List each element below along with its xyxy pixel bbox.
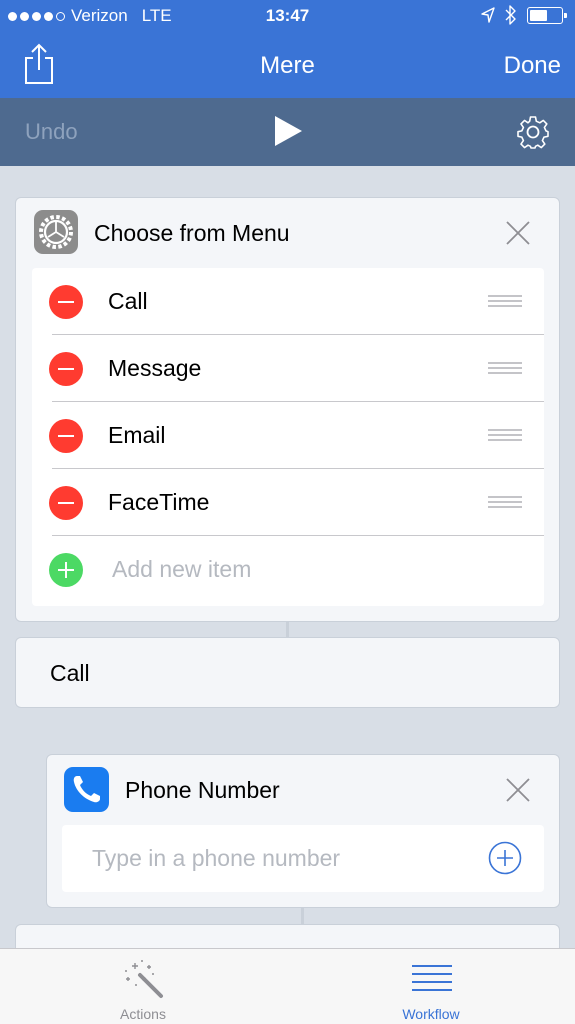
add-variable-icon[interactable] xyxy=(488,841,522,875)
phone-number-field[interactable]: Type in a phone number xyxy=(62,825,544,892)
tab-workflow[interactable]: Workflow xyxy=(331,949,531,1024)
action-title: Phone Number xyxy=(125,777,280,803)
gear-icon xyxy=(34,210,78,254)
list-item[interactable]: Message xyxy=(32,335,544,402)
choose-from-menu-action[interactable]: Choose from Menu Call Message Email Face… xyxy=(15,197,560,622)
menu-case-block[interactable]: Call xyxy=(15,637,560,708)
phone-number-placeholder[interactable]: Type in a phone number xyxy=(92,845,340,872)
magic-wand-icon xyxy=(125,960,163,998)
menu-item-label[interactable]: Call xyxy=(108,288,148,315)
play-icon[interactable] xyxy=(272,115,304,147)
tab-label: Actions xyxy=(120,1006,166,1022)
action-title: Choose from Menu xyxy=(94,220,290,246)
undo-button[interactable]: Undo xyxy=(25,119,78,145)
list-icon xyxy=(412,965,452,991)
phone-icon xyxy=(64,767,109,812)
location-icon xyxy=(481,7,495,23)
delete-item-button[interactable] xyxy=(49,419,83,453)
close-icon[interactable] xyxy=(505,220,531,246)
menu-items-list: Call Message Email FaceTime Add new item xyxy=(32,268,544,606)
list-item[interactable]: Email xyxy=(32,402,544,469)
delete-item-button[interactable] xyxy=(49,352,83,386)
tab-label: Workflow xyxy=(402,1006,460,1022)
menu-item-label[interactable]: Message xyxy=(108,355,201,382)
bluetooth-icon xyxy=(505,5,516,25)
menu-item-label[interactable]: Email xyxy=(108,422,166,449)
add-item-placeholder[interactable]: Add new item xyxy=(112,556,251,583)
add-item-row[interactable]: Add new item xyxy=(32,536,544,603)
gear-icon[interactable] xyxy=(516,115,550,149)
page-title: Mere xyxy=(260,52,315,79)
navigation-bar: Mere Done xyxy=(0,33,575,98)
close-icon[interactable] xyxy=(505,777,531,803)
status-bar: Verizon LTE 13:47 xyxy=(0,0,575,33)
reorder-handle-icon[interactable] xyxy=(488,362,522,376)
flow-connector xyxy=(301,908,304,924)
tab-actions[interactable]: Actions xyxy=(43,949,243,1024)
editor-toolbar: Undo xyxy=(0,98,575,166)
reorder-handle-icon[interactable] xyxy=(488,429,522,443)
delete-item-button[interactable] xyxy=(49,486,83,520)
done-button[interactable]: Done xyxy=(504,52,561,80)
reorder-handle-icon[interactable] xyxy=(488,295,522,309)
flow-connector xyxy=(286,622,289,637)
delete-item-button[interactable] xyxy=(49,285,83,319)
add-item-button[interactable] xyxy=(49,553,83,587)
case-label: Call xyxy=(50,660,90,686)
battery-icon xyxy=(527,6,567,24)
list-item[interactable]: Call xyxy=(32,268,544,335)
menu-item-label[interactable]: FaceTime xyxy=(108,489,209,516)
list-item[interactable]: FaceTime xyxy=(32,469,544,536)
phone-number-action[interactable]: Phone Number Type in a phone number xyxy=(46,754,560,908)
status-right xyxy=(481,5,567,25)
tab-bar: Actions Workflow xyxy=(0,948,575,1024)
reorder-handle-icon[interactable] xyxy=(488,496,522,510)
